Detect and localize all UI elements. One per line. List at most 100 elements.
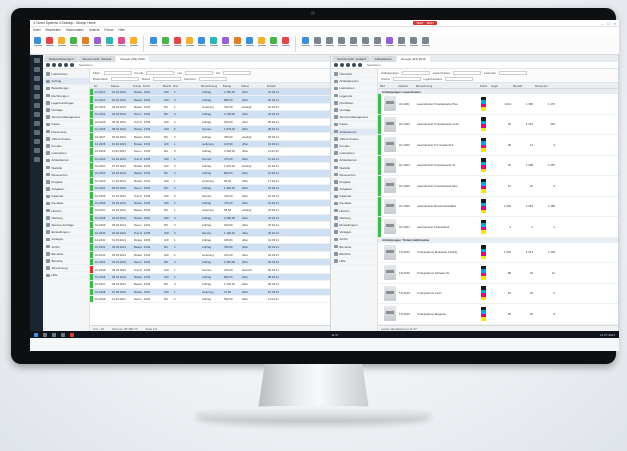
ribbon-button[interactable] [349, 36, 358, 51]
tree-item[interactable]: Kalender [43, 193, 89, 201]
ribbon-button[interactable] [69, 36, 78, 51]
tree-item[interactable]: Service-Aufträge [43, 222, 89, 230]
column-header[interactable]: Reserviert [533, 84, 555, 88]
refresh-icon[interactable] [346, 63, 350, 67]
tree-item[interactable]: Kontakte [43, 200, 89, 208]
table-row[interactable]: 10-2042 02.03.2021 Beispiel AG1002 RS 2 Auftr… [90, 244, 330, 252]
forward-icon[interactable] [340, 63, 344, 67]
ribbon-button[interactable] [397, 36, 406, 51]
menu-item[interactable]: Bearbeiten [45, 28, 60, 32]
tree-item[interactable]: Lieferschein [43, 71, 89, 79]
back-icon[interactable] [46, 63, 50, 67]
ribbon-button[interactable] [161, 36, 170, 51]
table-row[interactable]: 10-2044 04.03.2021 Demo KG1004 RS 3 Auftrag 1.… [90, 258, 330, 267]
tree-item[interactable]: Service Management [331, 114, 377, 122]
table-row[interactable]: 10-2036 22.02.2021 Muster GmbH1003 GW 2 Auftr… [90, 199, 330, 208]
rail-icon[interactable] [33, 76, 40, 81]
tree-item[interactable]: Notizen [331, 208, 377, 215]
rail-icon[interactable] [33, 157, 40, 162]
tree-item[interactable]: Kontakte [331, 200, 377, 208]
tree-item[interactable]: Lagerorte [331, 93, 377, 100]
column-header[interactable]: Kunde [131, 84, 141, 88]
filter-input[interactable] [444, 77, 473, 81]
tree-item[interactable]: Kasse [331, 121, 377, 129]
forward-icon[interactable] [52, 63, 56, 67]
table-row[interactable]: 10-2049 11.03.2021 Demo KG1004 RS 2 Auftrag 53… [90, 295, 330, 304]
tree-item[interactable]: Service Management [43, 114, 89, 122]
article-row[interactable]: LD-1001 Laserdrucker Tonerkassette Plus 1.… [378, 94, 618, 115]
filter-input[interactable] [185, 71, 214, 75]
ribbon-button[interactable] [81, 36, 90, 51]
tree-item[interactable]: Übersicht [331, 71, 377, 79]
tree-item[interactable]: Artikelgruppen [331, 78, 377, 86]
tree-item[interactable]: Benutzer [43, 251, 89, 258]
tree-item[interactable]: Benutzer [331, 244, 377, 251]
close-button[interactable]: × [614, 21, 616, 26]
tree-item[interactable]: Dokumente [43, 129, 89, 136]
table-row[interactable]: 10-2029 11.02.2021 Demo KG1004 RS 5 Auftrag 3.… [90, 148, 330, 156]
tree-item[interactable]: Wartung [43, 215, 89, 222]
table-row[interactable]: 10-2045 05.03.2021 Test OHG1005 GW 1 Service 1… [90, 266, 330, 274]
ribbon-button[interactable] [373, 36, 382, 51]
column-header[interactable]: Bezeichnung [199, 84, 221, 88]
menu-item[interactable]: Ansicht [89, 28, 99, 32]
ribbon-button[interactable] [105, 36, 114, 51]
ribbon-button[interactable] [361, 36, 370, 51]
delete-icon[interactable] [70, 63, 74, 67]
rail-icon[interactable] [33, 103, 40, 108]
tree-item[interactable]: Artikelstamm [331, 157, 377, 165]
rail-icon[interactable] [33, 148, 40, 153]
article-row[interactable]: TD-2004 Tintenpatrone Magenta 59 20 8 [378, 304, 618, 325]
article-row[interactable]: LD-1004 Laserdrucker Tonerkassette XL 36 1.… [378, 155, 618, 176]
tree-item[interactable]: Kunden [43, 143, 89, 151]
tree-item[interactable]: Bestellungen [43, 85, 89, 93]
tree-item[interactable]: Verträge [43, 107, 89, 115]
tree-item[interactable]: Berichte [331, 251, 377, 258]
tree-item[interactable]: Archiv [331, 236, 377, 244]
article-row[interactable]: TD-2002 Tintenpatrone Schwarz XL 88 40 12 [378, 263, 618, 284]
tree-item[interactable]: Archiv [43, 244, 89, 251]
ribbon-button[interactable] [301, 36, 310, 51]
tree-item[interactable]: Lieferanten [331, 150, 377, 158]
table-row[interactable]: 10-2035 19.02.2021 Test OHG1005 GW 3 Service 4… [90, 192, 330, 200]
column-header[interactable]: Kd.Nr. [141, 84, 161, 88]
filter-input[interactable] [103, 71, 132, 75]
tree-item[interactable]: Auftrag [43, 78, 89, 86]
ribbon-button[interactable] [185, 36, 194, 51]
table-row[interactable]: 10-2032 16.02.2021 Beispiel AG1002 RS 4 Auftr… [90, 170, 330, 178]
ribbon-button[interactable] [173, 36, 182, 51]
tree-item[interactable]: Einstellungen [43, 229, 89, 237]
table-row[interactable]: 10-2033 17.02.2021 Mustermann1001 GW 1 Liefer… [90, 177, 330, 186]
ribbon-button[interactable] [281, 36, 290, 51]
ribbon-button[interactable] [325, 36, 334, 51]
tree-item[interactable]: Notizen [43, 208, 89, 215]
rail-icon[interactable] [33, 121, 40, 126]
ribbon-button[interactable] [385, 36, 394, 51]
ribbon-button[interactable] [129, 36, 138, 51]
menu-item[interactable]: Extras [104, 28, 113, 32]
ribbon-button[interactable] [197, 36, 206, 51]
tree-item[interactable]: Aufgaben [331, 186, 377, 194]
article-row[interactable]: LD-1007 Laserdrucker Fixiereinheit 4 2 1 [378, 217, 618, 238]
table-row[interactable]: 10-2023 03.02.2021 Muster GmbH1003 RS 1 Liefe… [90, 103, 330, 112]
tree-item[interactable]: Hilfe [43, 272, 89, 280]
maximize-button[interactable]: □ [607, 21, 609, 26]
filter-input[interactable] [198, 77, 227, 81]
rail-icon[interactable] [33, 112, 40, 117]
tree-item[interactable]: Ressourcen [43, 172, 89, 179]
table-row[interactable]: 10-2022 02.02.2021 Beispiel AG1002 GW 4 Auftr… [90, 96, 330, 104]
tree-item[interactable]: Ressourcen [331, 172, 377, 179]
ribbon-button[interactable] [209, 36, 218, 51]
article-row[interactable]: LD-1006 Laserdrucker Resttonerbehälter 1.0… [378, 196, 618, 217]
filter-input[interactable] [153, 77, 182, 81]
ribbon-button[interactable] [257, 36, 266, 51]
article-row[interactable]: TD-2001 Tintenpatrone Multipack 4-farbig 1… [378, 242, 618, 263]
rail-icon[interactable] [33, 67, 40, 72]
filter-input[interactable] [453, 71, 482, 75]
column-header[interactable]: Pos. [171, 84, 199, 88]
filter-input[interactable] [146, 71, 175, 75]
article-row[interactable]: TD-2003 Tintenpatrone Cyan 64 20 6 [378, 283, 618, 304]
filter-input[interactable] [222, 71, 251, 75]
table-row[interactable]: 10-2025 05.02.2021 Test OHG1005 GW 2 Auftrag 6… [90, 118, 330, 126]
column-header[interactable]: Bezeichnung [414, 84, 478, 88]
